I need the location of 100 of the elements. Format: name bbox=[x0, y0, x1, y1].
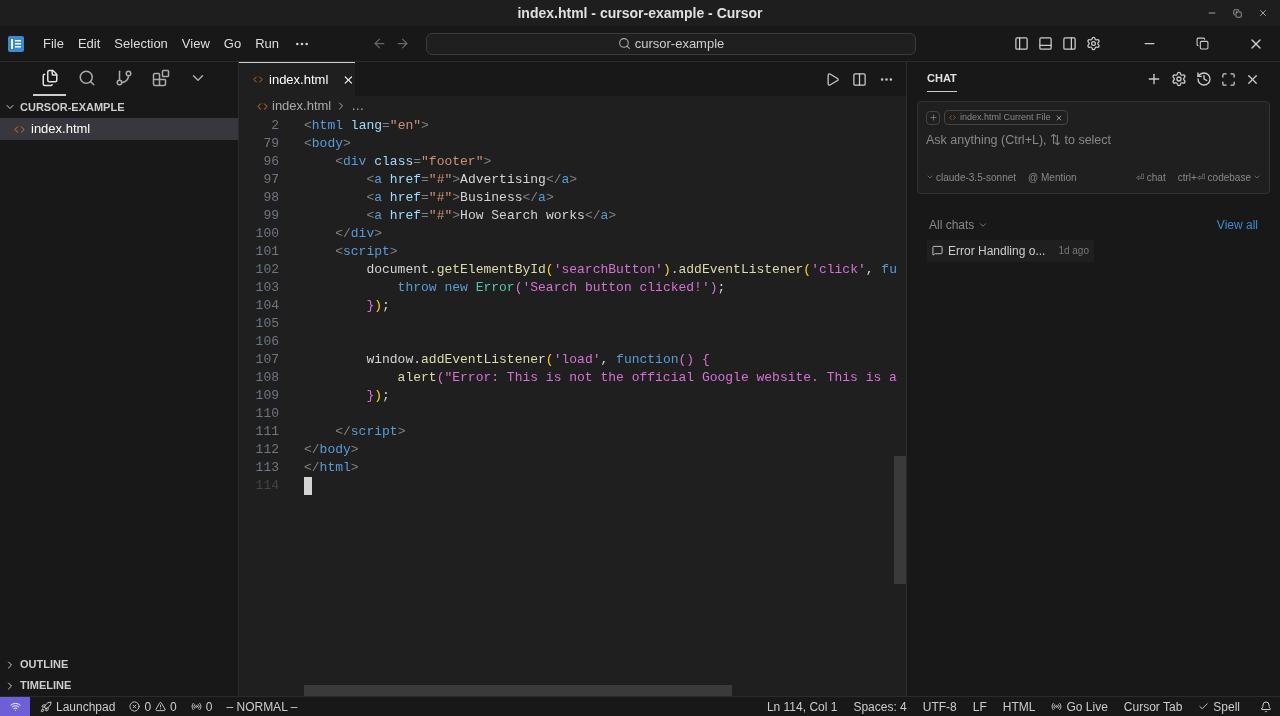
horizontal-scrollbar[interactable] bbox=[304, 685, 732, 696]
menu-item[interactable]: Edit bbox=[70, 33, 108, 54]
line-number: 96 bbox=[262, 153, 279, 172]
status-item[interactable]: HTML bbox=[998, 697, 1040, 716]
window-title: index.html - cursor-example - Cursor bbox=[517, 3, 763, 23]
code-line: <a href="#">Advertising</a> bbox=[365, 171, 578, 190]
status-item[interactable]: Spaces: 4 bbox=[849, 697, 911, 716]
back-icon[interactable] bbox=[372, 36, 387, 51]
ports-button[interactable]: 0 bbox=[186, 697, 217, 716]
bell-icon bbox=[1260, 700, 1272, 713]
menu-item[interactable]: View bbox=[174, 33, 217, 54]
line-number: 113 bbox=[254, 459, 279, 478]
app-logo-icon bbox=[8, 35, 24, 52]
line-number: 102 bbox=[254, 261, 279, 280]
close-icon[interactable] bbox=[1054, 113, 1063, 122]
line-number: 99 bbox=[262, 207, 279, 226]
warning-icon bbox=[155, 701, 167, 712]
maximize-icon[interactable] bbox=[1221, 71, 1236, 87]
all-chats-dropdown[interactable]: All chats bbox=[929, 215, 989, 234]
go-live-button[interactable]: Go Live bbox=[1047, 697, 1112, 716]
settings-icon[interactable] bbox=[1086, 36, 1101, 51]
launchpad-button[interactable]: Launchpad bbox=[36, 697, 120, 716]
tree-section-header[interactable]: TIMELINE bbox=[0, 675, 238, 696]
tree-item[interactable]: index.html bbox=[0, 118, 238, 140]
tree-section-header[interactable]: OUTLINE bbox=[0, 654, 238, 675]
model-selector[interactable]: claude-3.5-sonnet bbox=[926, 169, 1017, 185]
breadcrumb-item[interactable]: … bbox=[351, 96, 365, 116]
vertical-scrollbar[interactable] bbox=[894, 456, 906, 584]
html-file-icon bbox=[949, 114, 956, 121]
line-number: 107 bbox=[254, 351, 279, 370]
html-file-icon bbox=[257, 100, 268, 112]
command-center[interactable]: cursor-example bbox=[426, 32, 916, 55]
code-line: </div> bbox=[334, 225, 383, 244]
line-number: 110 bbox=[254, 405, 279, 424]
chat-history-item[interactable]: Error Handling o... 1d ago bbox=[927, 239, 1094, 262]
antenna-icon bbox=[190, 701, 202, 712]
panel-right-icon[interactable] bbox=[1062, 36, 1077, 51]
code-line: <script> bbox=[334, 243, 398, 262]
code-line: alert("Error: This is not the official Google website. This is a bbox=[396, 369, 897, 388]
chat-tab[interactable]: CHAT bbox=[927, 66, 957, 92]
new-chat-icon[interactable] bbox=[1146, 71, 1162, 87]
menu-item[interactable]: Selection bbox=[107, 33, 175, 54]
status-item[interactable]: Cursor Tab bbox=[1119, 697, 1187, 716]
line-number: 111 bbox=[254, 423, 279, 442]
code-line: </script> bbox=[334, 423, 406, 442]
mention-button[interactable]: @ Mention bbox=[1028, 169, 1077, 185]
code-line: }); bbox=[365, 387, 390, 406]
line-number: 2 bbox=[270, 117, 279, 136]
chat-input-field[interactable]: Ask anything (Ctrl+L), ⇅ to select bbox=[926, 131, 1261, 150]
codebase-button[interactable]: ctrl+⏎ codebase bbox=[1177, 169, 1261, 185]
line-number: 79 bbox=[262, 135, 279, 154]
code-line: window.addEventListener('load', function() { bbox=[365, 351, 710, 370]
code-line: }); bbox=[365, 297, 390, 316]
menu-item[interactable]: Run bbox=[248, 33, 286, 54]
send-chat-button[interactable]: ⏎ chat bbox=[1136, 169, 1166, 185]
close-icon[interactable] bbox=[1258, 8, 1268, 18]
breadcrumb-item[interactable]: index.html bbox=[272, 96, 332, 116]
code-line: <a href="#">How Search works</a> bbox=[365, 207, 617, 226]
status-item[interactable]: – NORMAL – bbox=[222, 697, 302, 716]
check-icon bbox=[1198, 701, 1210, 712]
split-editor-icon[interactable] bbox=[852, 71, 867, 87]
html-file-icon bbox=[253, 74, 263, 85]
line-number: 98 bbox=[262, 189, 279, 208]
code-line: document.getElementById('searchButton').addEventListener('click', fu bbox=[365, 261, 897, 280]
broadcast-icon bbox=[1051, 701, 1063, 712]
code-line: <html lang="en"> bbox=[304, 117, 429, 136]
status-item[interactable]: UTF-8 bbox=[918, 697, 961, 716]
status-item[interactable]: Ln 114, Col 1 bbox=[762, 697, 842, 716]
code-line: </body> bbox=[304, 441, 359, 460]
status-item[interactable]: LF bbox=[968, 697, 991, 716]
editor-tab[interactable]: index.html bbox=[239, 62, 355, 96]
context-chip[interactable]: index.html Current File bbox=[944, 110, 1068, 125]
line-number: 106 bbox=[254, 333, 279, 352]
problems-button[interactable]: 0 0 bbox=[125, 697, 181, 716]
search-icon bbox=[617, 37, 631, 50]
history-icon[interactable] bbox=[1196, 71, 1212, 87]
remote-button[interactable] bbox=[0, 697, 30, 716]
settings-icon[interactable] bbox=[1171, 71, 1187, 87]
line-number: 108 bbox=[254, 369, 279, 388]
add-context-button[interactable] bbox=[926, 110, 940, 125]
code-line: </html> bbox=[304, 459, 359, 478]
menu-item[interactable]: Go bbox=[216, 33, 249, 54]
view-all-link[interactable]: View all bbox=[1216, 215, 1258, 234]
line-number: 104 bbox=[254, 297, 279, 316]
spell-button[interactable]: Spell bbox=[1194, 697, 1244, 716]
tree-section-header[interactable]: CURSOR-EXAMPLE bbox=[0, 96, 238, 118]
error-icon bbox=[129, 701, 141, 712]
run-icon[interactable] bbox=[825, 71, 840, 87]
line-number: 105 bbox=[254, 315, 279, 334]
menu-item[interactable]: File bbox=[36, 33, 71, 54]
panel-left-icon[interactable] bbox=[1014, 36, 1029, 51]
plus-icon bbox=[928, 113, 938, 122]
code-line: <a href="#">Business</a> bbox=[365, 189, 554, 208]
restore-icon[interactable] bbox=[1196, 37, 1209, 50]
line-number: 103 bbox=[254, 279, 279, 298]
line-number: 97 bbox=[262, 171, 279, 190]
html-file-icon bbox=[14, 123, 25, 135]
forward-icon[interactable] bbox=[395, 36, 410, 51]
code-line: <div class="footer"> bbox=[334, 153, 492, 172]
panel-bottom-icon[interactable] bbox=[1038, 36, 1053, 51]
